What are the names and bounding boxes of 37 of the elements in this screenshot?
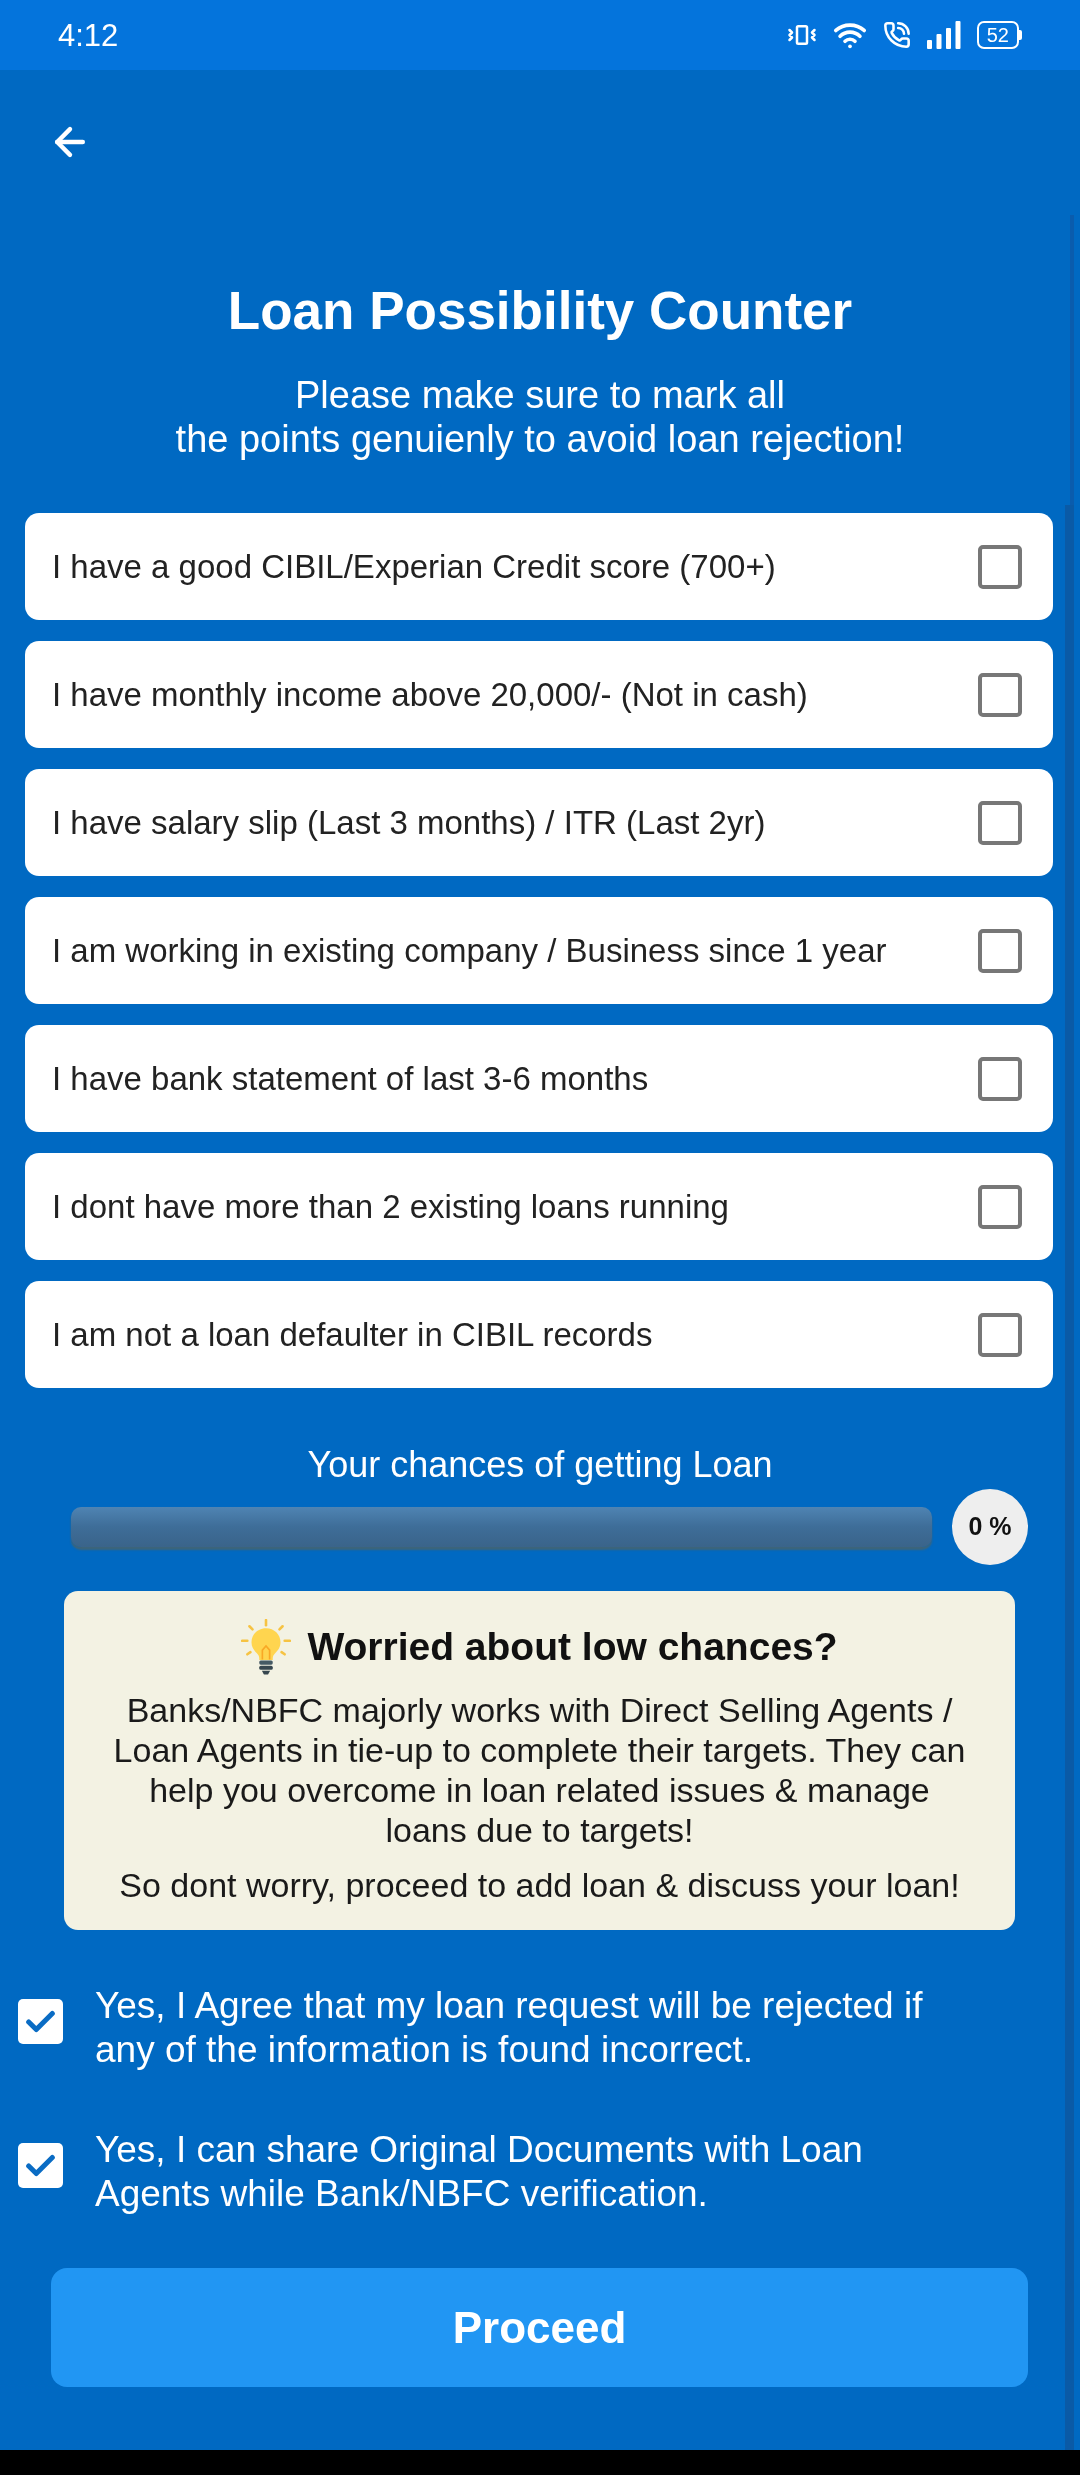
status-time: 4:12 [58, 19, 119, 51]
checkbox[interactable] [978, 544, 1022, 589]
page-subtitle: Please make sure to mark all the points genuienly to avoid loan rejection! [175, 373, 905, 461]
checklist-card[interactable]: I have a good CIBIL/Experian Credit score (700+) [25, 513, 1053, 620]
checklist-label: I have a good CIBIL/Experian Credit score (700+) [52, 546, 776, 587]
checklist-label: I dont have more than 2 existing loans running [52, 1186, 729, 1227]
checklist-label: I have salary slip (Last 3 months) / ITR (Last 2yr) [52, 802, 766, 843]
agreement-text: Yes, I can share Original Documents with Loan Agents while Bank/NBFC verification. [95, 2128, 864, 2216]
checkbox[interactable] [978, 1312, 1022, 1357]
checkbox[interactable] [978, 1056, 1022, 1101]
battery-indicator: 52 [976, 21, 1022, 49]
info-card-text: So dont worry, proceed to add loan & discuss your loan! [119, 1865, 960, 1905]
checkbox[interactable] [978, 672, 1022, 717]
page-title: Loan Possibility Counter [227, 281, 853, 341]
light-bulb-icon [241, 1619, 292, 1675]
checkbox[interactable] [18, 2143, 63, 2188]
agreement-text: Yes, I Agree that my loan request will be rejected if any of the information is found incorrect. [95, 1984, 924, 2072]
checklist-card[interactable]: I am not a loan defaulter in CIBIL records [25, 1281, 1053, 1388]
checkbox[interactable] [978, 928, 1022, 973]
checklist-label: I am working in existing company / Business since 1 year [52, 930, 887, 971]
checklist-card[interactable]: I have salary slip (Last 3 months) / ITR (Last 2yr) [25, 769, 1053, 876]
checklist-card[interactable]: I have monthly income above 20,000/- (Not in cash) [25, 641, 1053, 748]
phone-call-icon [882, 21, 911, 49]
info-card-title: Worried about low chances? [307, 1624, 838, 1670]
checkbox[interactable] [978, 1184, 1022, 1229]
checkbox[interactable] [18, 1999, 63, 2044]
chance-percent: 0 % [952, 1489, 1028, 1565]
checklist-label: I have bank statement of last 3-6 months [52, 1058, 649, 1099]
chances-label: Your chances of getting Loan [307, 1443, 773, 1487]
checklist-card[interactable]: I have bank statement of last 3-6 months [25, 1025, 1053, 1132]
info-card-text: Banks/NBFC majorly works with Direct Selling Agents / Loan Agents in tie-up to complete their targets. They can help you overcome in loan related issues & manage loans due to targets! [112, 1690, 967, 1850]
checklist-label: I have monthly income above 20,000/- (Not in cash) [52, 674, 808, 715]
checkbox[interactable] [978, 800, 1022, 845]
checklist-card[interactable]: I dont have more than 2 existing loans running [25, 1153, 1053, 1260]
signal-icon [926, 21, 961, 49]
checklist-label: I am not a loan defaulter in CIBIL records [52, 1314, 653, 1355]
checklist-card[interactable]: I am working in existing company / Business since 1 year [25, 897, 1053, 1004]
